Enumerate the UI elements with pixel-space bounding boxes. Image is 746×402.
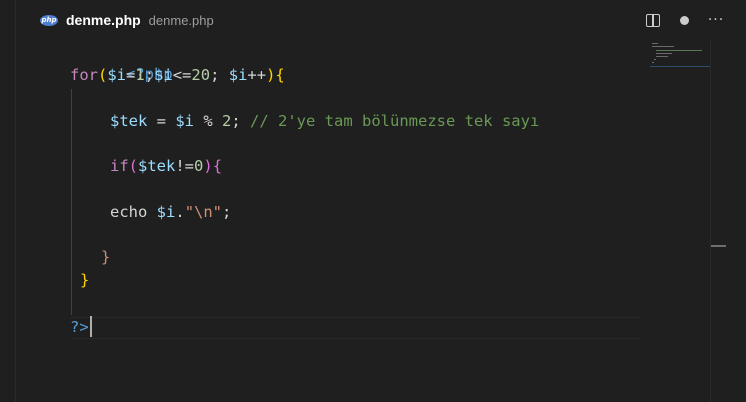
code-line-4: if($tek!=0){ — [110, 155, 222, 177]
minimap[interactable] — [650, 40, 712, 80]
keyword-echo: echo — [110, 203, 148, 221]
code-line-7: } — [80, 269, 89, 291]
brace: } — [101, 248, 111, 266]
variable: $tek — [138, 157, 176, 175]
php-file-icon: php — [40, 14, 58, 26]
brace: { — [212, 157, 223, 175]
tab-description: denme.php — [148, 12, 214, 28]
code-line-8: ?> — [70, 316, 89, 338]
variable: $i — [154, 66, 173, 84]
current-line-highlight — [70, 317, 642, 339]
paren: ( — [98, 66, 108, 84]
scroll-position-marker — [711, 245, 726, 247]
code-line-5: echo $i."\n"; — [110, 201, 231, 223]
code-editor[interactable]: <?php for($i=1;$i<=20; $i++){ $tek = $i … — [16, 40, 746, 402]
brace: { — [275, 66, 285, 84]
number: 20 — [191, 66, 211, 84]
vertical-scrollbar[interactable] — [710, 40, 711, 402]
paren: ) — [203, 157, 213, 175]
brace: } — [80, 271, 90, 289]
number: 2 — [222, 112, 232, 130]
punct: ; — [222, 203, 232, 221]
code-line-3: $tek = $i % 2; // 2'ye tam bölünmezse te… — [110, 110, 539, 132]
variable: $i — [228, 66, 248, 84]
operator: = — [126, 66, 136, 84]
variable: $tek — [110, 112, 148, 130]
number: 0 — [194, 157, 204, 175]
tab-file-name: denme.php — [66, 12, 141, 28]
operator: % — [194, 112, 222, 130]
php-close-tag: ?> — [70, 318, 89, 336]
code-line-1: <?php — [70, 41, 173, 83]
operator: != — [175, 157, 195, 175]
variable: $i — [156, 203, 176, 221]
code-area[interactable]: <?php for($i=1;$i<=20; $i++){ $tek = $i … — [70, 40, 539, 336]
keyword-if: if — [110, 157, 129, 175]
operator: ++ — [247, 66, 267, 84]
punct: ; — [210, 66, 229, 84]
operator: = — [147, 112, 176, 130]
number: 1 — [135, 66, 145, 84]
operator: <= — [172, 66, 192, 84]
operator: . — [175, 203, 185, 221]
string: "\n" — [184, 203, 223, 221]
variable: $i — [175, 112, 194, 130]
paren: ( — [128, 157, 139, 175]
variable: $i — [107, 66, 127, 84]
more-actions-icon[interactable]: ··· — [706, 11, 726, 29]
text-cursor — [90, 316, 92, 337]
split-editor-icon[interactable] — [644, 11, 662, 29]
punct: ; — [144, 66, 155, 84]
tab-denme-php[interactable]: php denme.php denme.php — [16, 0, 214, 40]
tab-bar: php denme.php denme.php ··· — [16, 0, 746, 40]
keyword-for: for — [70, 66, 98, 84]
comment: // 2'ye tam bölünmezse tek sayı — [250, 112, 540, 130]
code-line-2: for($i=1;$i<=20; $i++){ — [70, 64, 285, 86]
unsaved-dot-icon[interactable] — [676, 11, 692, 29]
punct: ; — [231, 112, 251, 130]
code-line-6: } — [101, 246, 110, 268]
